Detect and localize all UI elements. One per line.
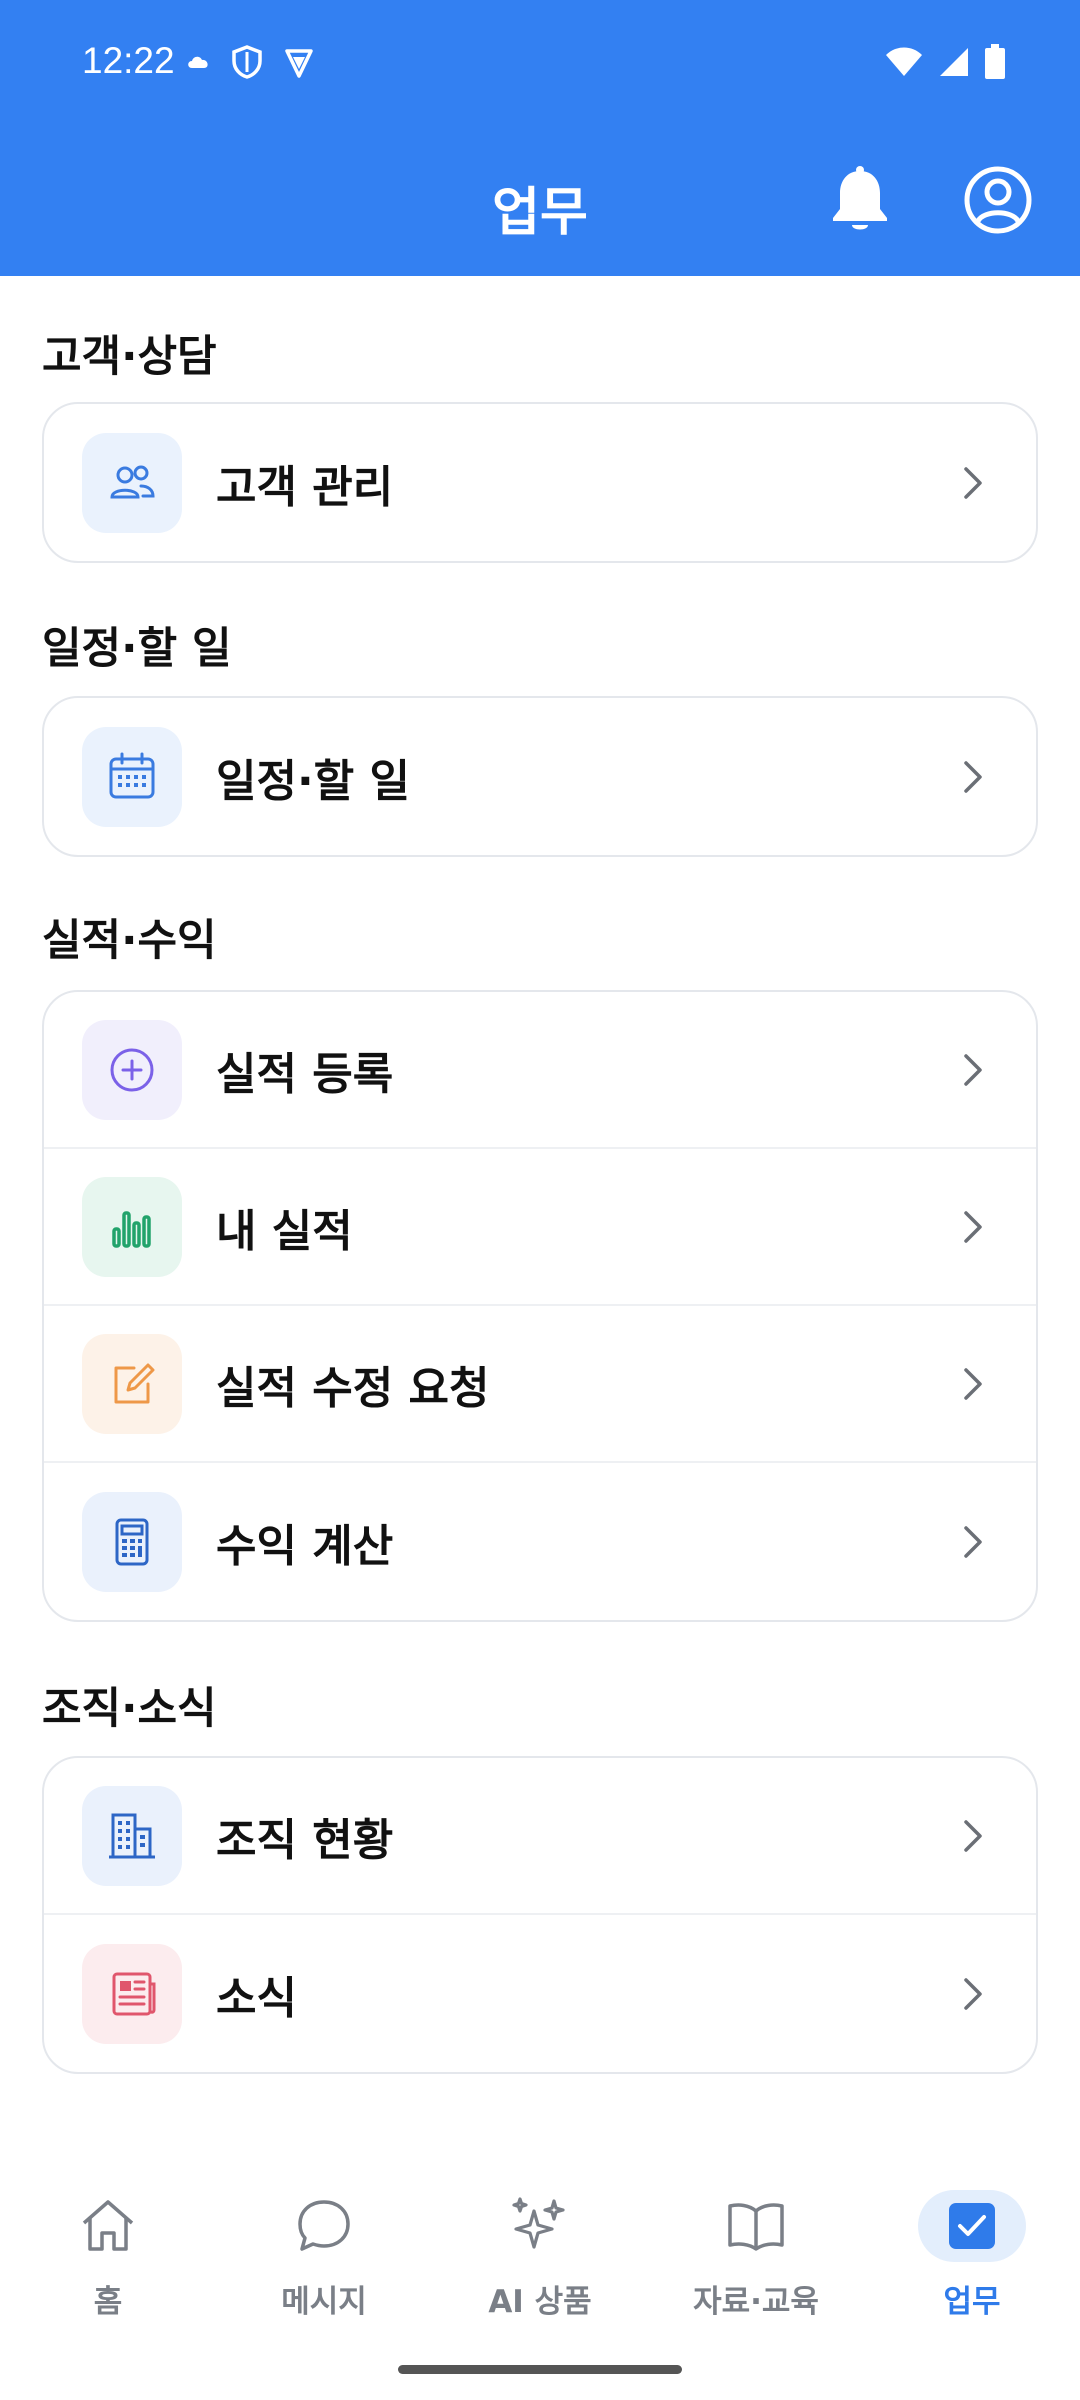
home-icon: [54, 2190, 162, 2262]
nav-item-home[interactable]: 홈: [0, 2170, 216, 2350]
plus-circle-icon: [82, 1019, 182, 1120]
nav-item-messages[interactable]: 메시지: [216, 2170, 432, 2350]
bar-chart-icon: [82, 1176, 182, 1277]
profile-button[interactable]: [956, 160, 1040, 244]
home-indicator[interactable]: [398, 2365, 682, 2374]
menu-item-customer-management[interactable]: 고객 관리: [44, 404, 1036, 561]
menu-item-label: 고객 관리: [216, 461, 394, 513]
shield-icon: [230, 44, 264, 84]
building-icon: [82, 1785, 182, 1886]
nav-label: AI 상품: [488, 2284, 592, 2320]
menu-item-label: 내 실적: [216, 1205, 353, 1257]
chevron-right-icon: [958, 1050, 988, 1090]
signal-icon: [938, 46, 970, 82]
menu-item-label: 실적 등록: [216, 1048, 394, 1100]
title-bar: 업무: [0, 128, 1080, 276]
chevron-right-icon: [958, 757, 988, 797]
nav-item-ai-products[interactable]: AI 상품: [432, 2170, 648, 2350]
sparkle-icon: [486, 2190, 594, 2262]
notifications-button[interactable]: [818, 160, 902, 244]
status-bar: 12:22: [0, 0, 1080, 128]
chevron-right-icon: [958, 1522, 988, 1562]
wifi-icon: [884, 46, 924, 82]
profile-icon: [962, 164, 1034, 240]
nav-item-materials-education[interactable]: 자료·교육: [648, 2170, 864, 2350]
card-schedule: 일정·할 일: [42, 696, 1038, 857]
status-time: 12:22: [82, 40, 175, 81]
vpn-shield-icon: [282, 45, 316, 83]
menu-item-edit-request[interactable]: 실적 수정 요청: [44, 1306, 1036, 1463]
app-header: 12:22 업무: [0, 0, 1080, 276]
chevron-right-icon: [958, 1207, 988, 1247]
users-icon: [82, 432, 182, 533]
nav-label: 메시지: [281, 2284, 367, 2320]
menu-item-schedule-todo[interactable]: 일정·할 일: [44, 698, 1036, 855]
card-performance: 실적 등록 내 실적 실적 수정 요청 수익 계산: [42, 990, 1038, 1622]
nav-label: 홈: [93, 2284, 123, 2320]
menu-item-register-performance[interactable]: 실적 등록: [44, 992, 1036, 1149]
chevron-right-icon: [958, 1364, 988, 1404]
section-title-performance: 실적·수익: [42, 916, 217, 966]
battery-icon: [984, 44, 1006, 84]
book-icon: [702, 2190, 810, 2262]
menu-item-label: 소식: [216, 1972, 297, 2024]
message-icon: [270, 2190, 378, 2262]
menu-item-label: 실적 수정 요청: [216, 1362, 490, 1414]
nav-label: 자료·교육: [693, 2284, 819, 2320]
section-title-organization: 조직·소식: [42, 1684, 217, 1734]
section-title-schedule: 일정·할 일: [42, 624, 232, 674]
cloud-icon: [186, 52, 212, 76]
calendar-icon: [82, 726, 182, 827]
checkbox-icon: [918, 2190, 1026, 2262]
menu-item-my-performance[interactable]: 내 실적: [44, 1149, 1036, 1306]
chevron-right-icon: [958, 463, 988, 503]
chevron-right-icon: [958, 1974, 988, 2014]
menu-item-income-calculation[interactable]: 수익 계산: [44, 1463, 1036, 1620]
page-title: 업무: [492, 183, 588, 243]
screen: 12:22 업무 고객·상담 고객 관리 일정·할 일 일정·할 일 실적·수익…: [0, 0, 1080, 2400]
card-customer: 고객 관리: [42, 402, 1038, 563]
status-left-icons: [186, 44, 316, 84]
menu-item-organization-status[interactable]: 조직 현황: [44, 1758, 1036, 1915]
menu-item-label: 조직 현황: [216, 1814, 394, 1866]
status-right-icons: [884, 44, 1006, 84]
menu-item-news[interactable]: 소식: [44, 1915, 1036, 2072]
calculator-icon: [82, 1491, 182, 1592]
bell-icon: [828, 165, 892, 239]
edit-icon: [82, 1333, 182, 1434]
nav-label: 업무: [943, 2284, 1001, 2320]
newspaper-icon: [82, 1943, 182, 2044]
menu-item-label: 수익 계산: [216, 1520, 394, 1572]
bottom-nav: 홈 메시지 AI 상품 자료·교육 업무: [0, 2170, 1080, 2350]
nav-item-work[interactable]: 업무: [864, 2170, 1080, 2350]
menu-item-label: 일정·할 일: [216, 755, 410, 807]
chevron-right-icon: [958, 1816, 988, 1856]
section-title-customer: 고객·상담: [42, 332, 217, 382]
card-organization: 조직 현황 소식: [42, 1756, 1038, 2074]
